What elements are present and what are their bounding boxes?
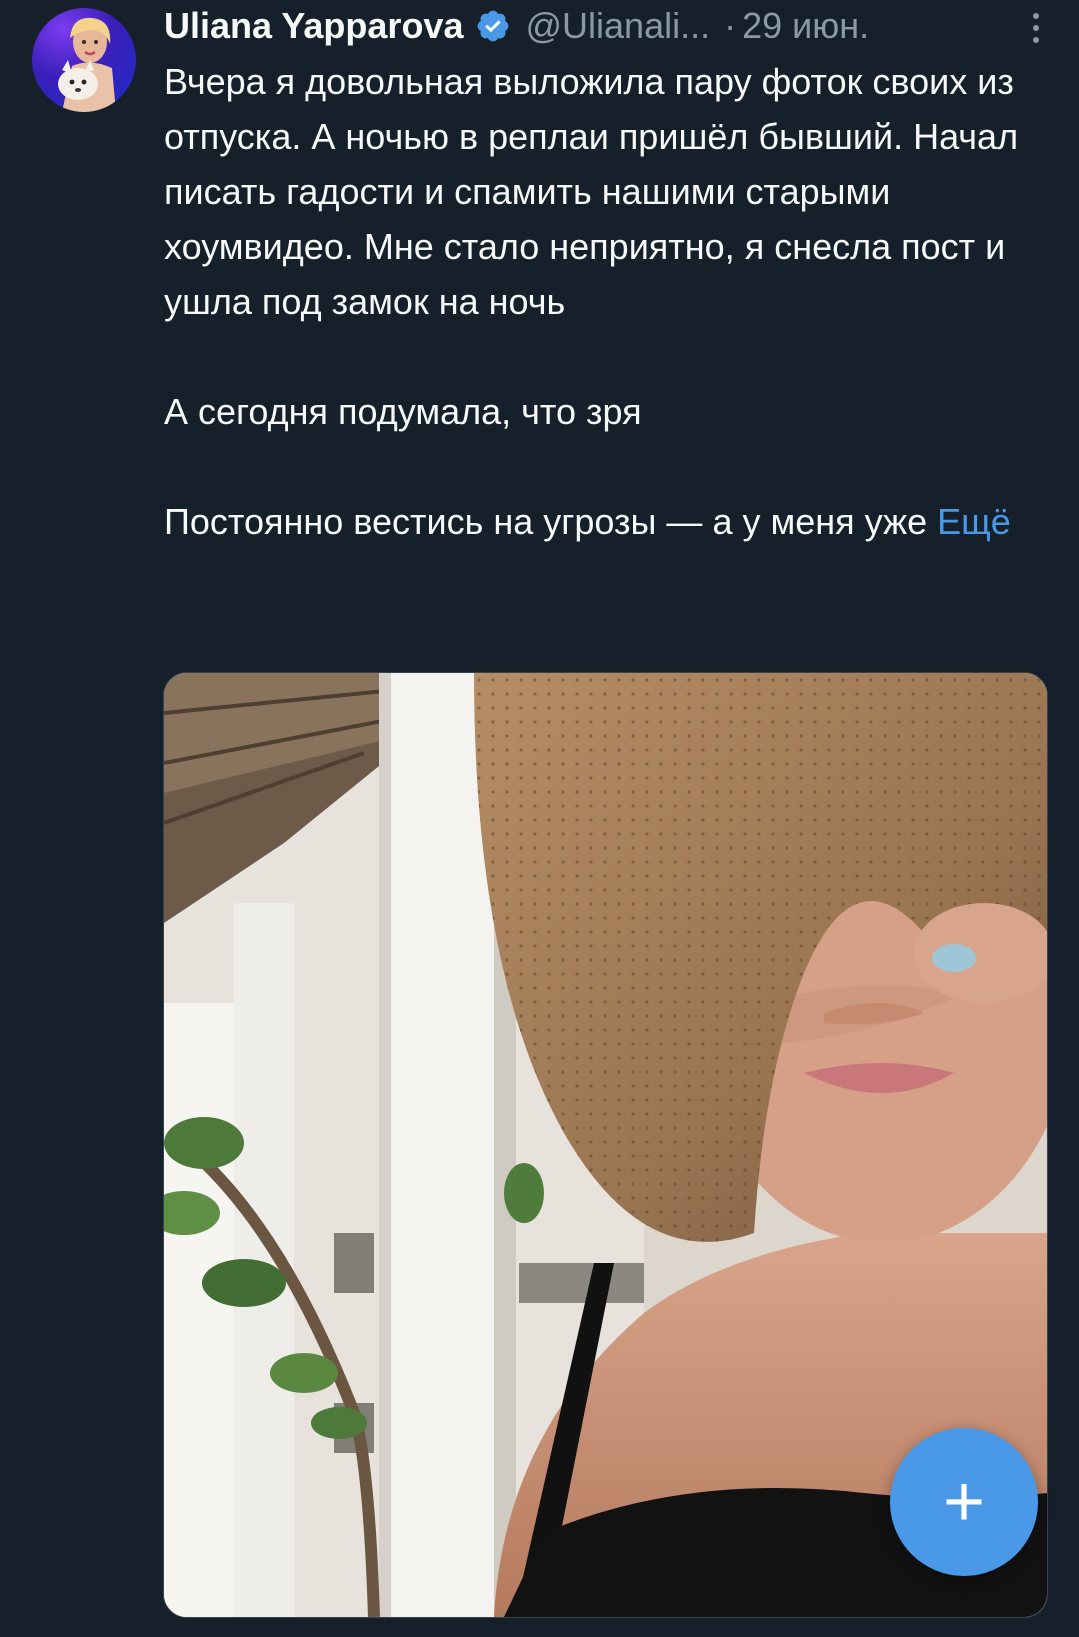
header-separator: · [724,5,737,46]
author-avatar[interactable] [32,8,136,112]
tweet-header: Uliana Yapparova @Ulianali... · 29 июн. [164,0,1054,52]
tweet-text: Вчера я довольная выложила пару фоток св… [164,54,1044,549]
tweet-paragraph-text: Постоянно вестись на угрозы — а у меня у… [164,501,928,542]
author-name[interactable]: Uliana Yapparova [164,5,463,47]
author-handle[interactable]: @Ulianali... [525,5,710,47]
compose-button[interactable]: + [890,1428,1038,1576]
tweet-paragraph: А сегодня подумала, что зря [164,391,642,432]
show-more-link[interactable]: Ещё [937,501,1011,542]
verified-badge-icon [478,10,509,42]
more-vertical-icon[interactable] [1018,8,1054,48]
tweet-paragraph: Вчера я довольная выложила пару фоток св… [164,61,1019,322]
compose-plus-icon: + [942,1462,986,1542]
tweet-date[interactable]: 29 июн. [742,5,869,47]
tweet-paragraph: Постоянно вестись на угрозы — а у меня у… [164,494,1044,549]
